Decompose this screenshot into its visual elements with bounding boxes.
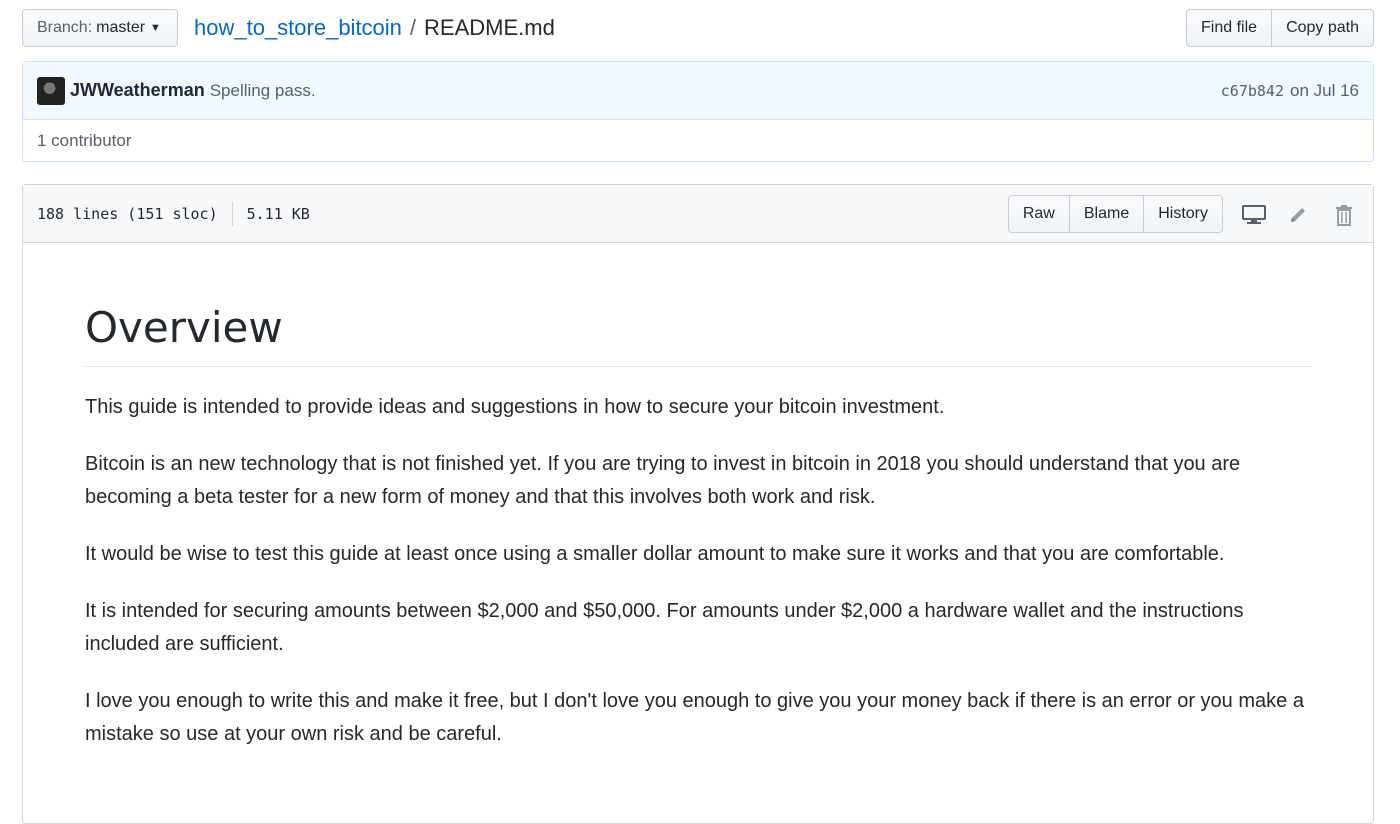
readme-paragraph: It is intended for securing amounts betw… <box>85 600 1244 655</box>
file-size: 5.11 KB <box>246 204 310 223</box>
commit-date: on Jul 16 <box>1290 81 1359 100</box>
breadcrumb: how_to_store_bitcoin / README.md <box>194 9 555 47</box>
readme-content: Overview This guide is intended to provi… <box>23 243 1373 751</box>
file-info-divider <box>231 201 233 226</box>
file-navigation: Branch: master ▼ how_to_store_bitcoin / … <box>22 9 1374 47</box>
commit-meta: c67b842 on Jul 16 <box>1221 62 1359 120</box>
file-header: 188 lines (151 sloc) 5.11 KB Raw Blame H… <box>23 185 1373 243</box>
contributors-count[interactable]: 1 contributor <box>37 131 132 151</box>
branch-name: master <box>96 19 146 36</box>
copy-path-button[interactable]: Copy path <box>1272 9 1374 47</box>
commit-sha[interactable]: c67b842 <box>1221 82 1284 100</box>
pencil-icon[interactable] <box>1285 202 1311 228</box>
readme-heading: Overview <box>85 303 1311 367</box>
file-lines: 188 lines (151 sloc) <box>37 204 218 223</box>
file-info: 188 lines (151 sloc) 5.11 KB <box>37 201 310 226</box>
file-actions: Raw Blame History <box>1007 195 1223 233</box>
trash-icon[interactable] <box>1331 202 1357 228</box>
repo-link[interactable]: how_to_store_bitcoin <box>194 15 402 41</box>
contributors: 1 contributor <box>23 120 1373 162</box>
blame-button[interactable]: Blame <box>1069 195 1145 233</box>
readme-paragraph: Bitcoin is an new technology that is not… <box>85 453 1241 508</box>
raw-button[interactable]: Raw <box>1007 195 1070 233</box>
commit-message[interactable]: Spelling pass. <box>210 81 316 101</box>
history-button[interactable]: History <box>1144 195 1223 233</box>
caret-down-icon: ▼ <box>150 22 161 34</box>
branch-select-button[interactable]: Branch: master ▼ <box>22 9 178 47</box>
file-viewer: 188 lines (151 sloc) 5.11 KB Raw Blame H… <box>22 184 1374 824</box>
commit-tease: JWWeatherman Spelling pass. c67b842 on J… <box>22 61 1374 162</box>
readme-paragraph: This guide is intended to provide ideas … <box>85 396 945 418</box>
latest-commit: JWWeatherman Spelling pass. c67b842 on J… <box>23 62 1373 120</box>
file-name: README.md <box>424 15 555 40</box>
breadcrumb-separator: / <box>409 15 417 40</box>
branch-prefix: Branch: <box>37 19 93 36</box>
avatar[interactable] <box>37 76 65 105</box>
commit-author[interactable]: JWWeatherman <box>70 80 205 101</box>
readme-paragraph: I love you enough to write this and make… <box>85 690 1304 745</box>
file-nav-buttons: Find file Copy path <box>1186 9 1374 47</box>
desktop-icon[interactable] <box>1241 202 1267 228</box>
readme-paragraph: It would be wise to test this guide at l… <box>85 543 1225 565</box>
find-file-button[interactable]: Find file <box>1186 9 1273 47</box>
